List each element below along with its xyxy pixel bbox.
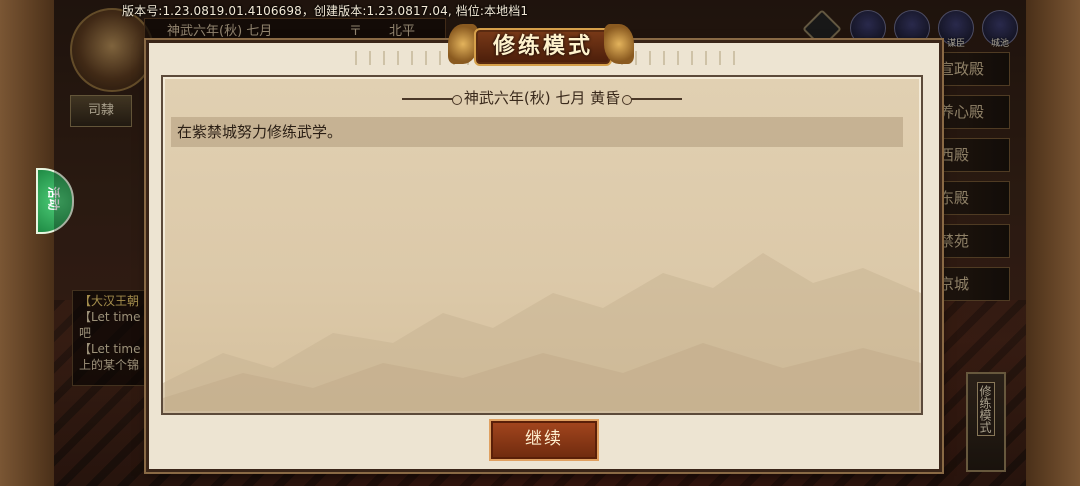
- dialog-content-panel: 神武六年(秋) 七月 黄昏 在紫禁城努力修练武学。: [161, 75, 923, 415]
- dragon-right-icon: [604, 24, 634, 64]
- header-ornament-right-icon: [622, 94, 683, 105]
- dialog-title: 修练模式: [492, 34, 593, 59]
- dialog-header-text: 神武六年(秋) 七月 黄昏: [463, 89, 621, 107]
- dialog-header: 神武六年(秋) 七月 黄昏: [163, 87, 921, 108]
- title-plaque-board: 修练模式: [474, 28, 612, 66]
- dialog-title-plaque: 修练模式: [448, 22, 634, 68]
- training-mode-dialog: 神武六年(秋) 七月 黄昏 在紫禁城努力修练武学。 继续: [146, 40, 942, 472]
- continue-button[interactable]: 继续: [489, 419, 599, 461]
- left-side-bar: [0, 0, 54, 486]
- right-side-bar: [1026, 0, 1080, 486]
- mountain-landscape-decoration: [163, 253, 921, 413]
- header-ornament-left-icon: [401, 94, 462, 105]
- version-info: 版本号:1.23.0819.01.4106698，创建版本:1.23.0817.…: [122, 4, 529, 18]
- event-log-line: 在紫禁城努力修练武学。: [171, 117, 903, 147]
